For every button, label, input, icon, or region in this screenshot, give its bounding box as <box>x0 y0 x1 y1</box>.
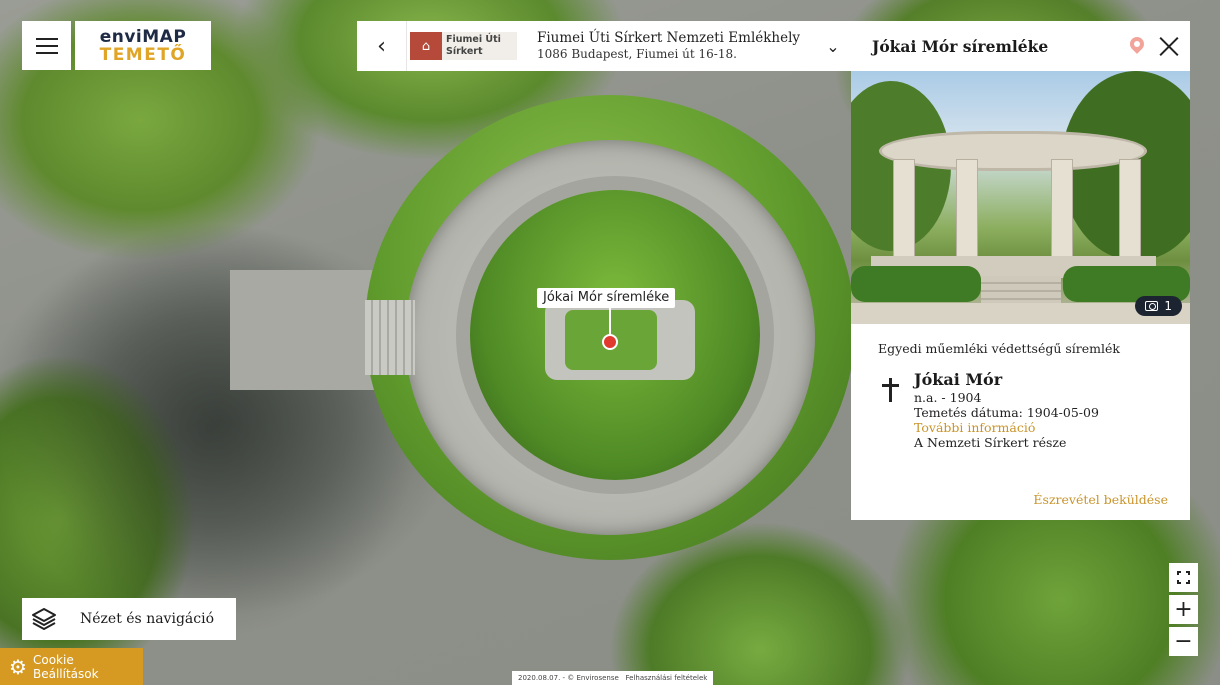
protection-status: Egyedi műemléki védettségű síremlék <box>878 341 1121 356</box>
photo-hedge <box>851 266 981 302</box>
location-pin-icon[interactable] <box>1130 37 1144 55</box>
zoom-in-button[interactable]: + <box>1169 595 1198 624</box>
cemetery-name: Fiumei Úti Sírkert Nemzeti Emlékhely <box>537 30 801 46</box>
person-name: Jókai Mór <box>914 370 1003 389</box>
cemetery-bar: ‹ ⌂ Fiumei Úti Sírkert Fiumei Úti Sírker… <box>357 21 851 71</box>
fullscreen-button[interactable] <box>1169 563 1198 592</box>
person-entry: Jókai Mór n.a. - 1904 Temetés dátuma: 19… <box>881 370 1190 450</box>
hamburger-icon <box>35 51 58 54</box>
terms-link[interactable]: Felhasználási feltételek <box>626 674 708 682</box>
panel-header: Jókai Mór síremléke <box>851 21 1190 71</box>
panel-title: Jókai Mór síremléke <box>872 36 1049 56</box>
layers-icon <box>32 608 56 630</box>
back-button[interactable]: ‹ <box>357 21 407 71</box>
grave-photo[interactable]: 1 <box>851 71 1190 324</box>
more-info-link[interactable]: További információ <box>914 420 1099 435</box>
fullscreen-icon <box>1177 571 1190 584</box>
close-icon[interactable] <box>1158 35 1180 57</box>
cemetery-info[interactable]: Fiumei Úti Sírkert Nemzeti Emlékhely 108… <box>537 30 815 62</box>
map-attribution: 2020.08.07. - © Envirosense Felhasználás… <box>512 671 714 685</box>
map-stairs <box>365 300 415 375</box>
hamburger-icon <box>35 44 58 47</box>
camera-icon <box>1145 301 1159 311</box>
logo-text-bottom: TEMETŐ <box>99 44 187 65</box>
photo-column <box>1051 159 1073 259</box>
cookie-settings-label: Cookie Beállítások <box>32 652 99 681</box>
logo-text-top: enviMAP <box>99 26 187 47</box>
person-details: Jókai Mór n.a. - 1904 Temetés dátuma: 19… <box>914 370 1099 450</box>
photo-column <box>956 159 978 259</box>
cross-icon <box>881 378 901 404</box>
cemetery-logo-text: Fiumei Úti Sírkert <box>442 32 517 60</box>
cemetery-logo: ⌂ Fiumei Úti Sírkert <box>410 29 517 63</box>
photo-monument-roof <box>879 131 1147 171</box>
photo-count-badge[interactable]: 1 <box>1135 296 1182 316</box>
gear-icon <box>9 655 28 679</box>
national-cemetery-note: A Nemzeti Sírkert része <box>914 435 1067 450</box>
cemetery-logo-line2: Sírkert <box>446 46 483 57</box>
burial-date: Temetés dátuma: 1904-05-09 <box>914 405 1099 420</box>
send-feedback-link[interactable]: Észrevétel beküldése <box>1033 492 1168 507</box>
photo-column <box>1119 159 1141 259</box>
cemetery-emblem-icon: ⌂ <box>410 32 442 60</box>
photo-steps <box>981 276 1061 306</box>
view-navigation-label: Nézet és navigáció <box>80 611 214 627</box>
grave-detail-panel: Jókai Mór síremléke 1 Egyedi műemléki vé… <box>851 21 1190 520</box>
map-marker-label[interactable]: Jókai Mór síremléke <box>537 288 676 308</box>
attribution-text: 2020.08.07. - © Envirosense <box>518 674 619 682</box>
cemetery-address: 1086 Budapest, Fiumei út 16-18. <box>537 47 737 61</box>
photo-column <box>893 159 915 259</box>
photo-count: 1 <box>1164 299 1172 313</box>
hamburger-icon <box>35 37 58 40</box>
menu-button[interactable] <box>22 21 71 70</box>
chevron-left-icon: ‹ <box>377 33 386 59</box>
envimap-logo[interactable]: enviMAP TEMETŐ <box>75 21 211 70</box>
cemetery-logo-line1: Fiumei Úti <box>446 34 501 45</box>
person-dates: n.a. - 1904 <box>914 390 982 405</box>
cookie-settings-button[interactable]: Cookie Beállítások <box>0 648 143 685</box>
view-navigation-button[interactable]: Nézet és navigáció <box>22 598 236 640</box>
zoom-out-button[interactable]: − <box>1169 627 1198 656</box>
map-marker-icon[interactable] <box>602 334 618 350</box>
chevron-down-icon[interactable]: ⌄ <box>815 37 851 56</box>
